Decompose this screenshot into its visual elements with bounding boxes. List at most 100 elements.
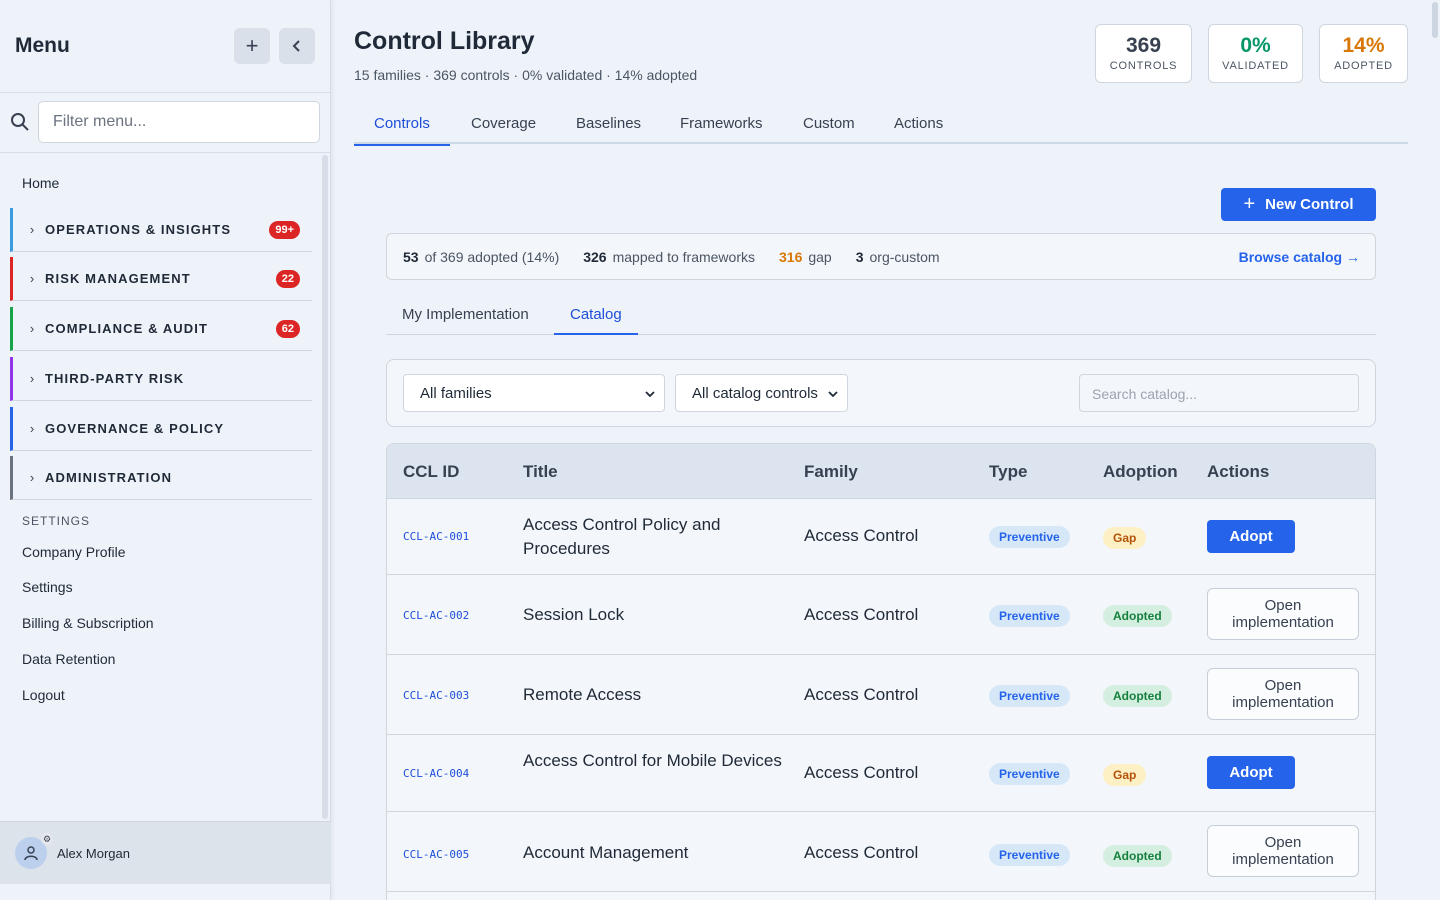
- filter-menu-input[interactable]: [38, 101, 320, 143]
- summary-adopted: 53 of 369 adopted (14%): [403, 248, 560, 265]
- adoption-badge: Adopted: [1103, 605, 1172, 627]
- search-catalog-input[interactable]: Search catalog...: [1079, 374, 1359, 412]
- control-family: Access Control: [804, 526, 919, 545]
- tab-controls[interactable]: Controls: [354, 104, 450, 146]
- type-badge: Preventive: [989, 526, 1070, 548]
- sidebar-group-label: GOVERNANCE & POLICY: [45, 421, 225, 436]
- new-control-button[interactable]: + New Control: [1221, 188, 1376, 221]
- tab-baselines[interactable]: Baselines: [556, 104, 661, 144]
- family-select-value: All families: [420, 384, 492, 402]
- sidebar-group-label: THIRD-PARTY RISK: [45, 371, 185, 386]
- page-scrollbar-thumb[interactable]: [1432, 2, 1438, 38]
- control-title: Session Lock: [523, 605, 625, 624]
- column-header-title[interactable]: Title: [523, 444, 558, 499]
- ccl-id[interactable]: CCL-AC-005: [403, 848, 469, 861]
- gear-icon: ⚙: [41, 833, 53, 845]
- sidebar-group-operations-insights[interactable]: › OPERATIONS & INSIGHTS 99+: [10, 208, 312, 252]
- tab-frameworks[interactable]: Frameworks: [660, 104, 783, 144]
- chevron-left-icon: [292, 40, 300, 52]
- adopt-button[interactable]: Adopt: [1207, 520, 1295, 553]
- open-implementation-button[interactable]: Open implementation: [1207, 588, 1359, 640]
- ccl-id[interactable]: CCL-AC-004: [403, 767, 469, 780]
- control-family: Access Control: [804, 605, 919, 624]
- sidebar-group-governance-policy[interactable]: › GOVERNANCE & POLICY: [10, 407, 312, 451]
- column-header-type[interactable]: Type: [989, 444, 1027, 499]
- ccl-id[interactable]: CCL-AC-003: [403, 689, 469, 702]
- tab-coverage[interactable]: Coverage: [451, 104, 556, 144]
- sidebar-item-billing[interactable]: Billing & Subscription: [22, 615, 154, 631]
- table-row[interactable]: CCL-AC-005 Account Management Access Con…: [387, 812, 1375, 892]
- filter-bar: All families All catalog controls Search…: [386, 359, 1376, 427]
- sidebar-group-compliance-audit[interactable]: › COMPLIANCE & AUDIT 62: [10, 307, 312, 351]
- add-button[interactable]: +: [234, 28, 270, 64]
- sidebar-group-label: OPERATIONS & INSIGHTS: [45, 222, 232, 237]
- control-family: Access Control: [804, 843, 919, 862]
- avatar[interactable]: ⚙: [15, 833, 53, 869]
- main-tabs: Controls Coverage Baselines Frameworks C…: [354, 104, 1408, 146]
- browse-catalog-link[interactable]: Browse catalog →: [1239, 249, 1360, 265]
- sidebar-nav: Home › OPERATIONS & INSIGHTS 99+ › RISK MANA…: [0, 153, 331, 821]
- column-header-adoption[interactable]: Adoption: [1103, 444, 1178, 499]
- adopt-button[interactable]: Adopt: [1207, 756, 1295, 789]
- ccl-id[interactable]: CCL-AC-002: [403, 609, 469, 622]
- plus-icon: +: [1243, 193, 1256, 215]
- tab-catalog[interactable]: Catalog: [554, 295, 638, 335]
- adoption-badge: Adopted: [1103, 845, 1172, 867]
- table-row[interactable]: CCL-AC-001 Access Control Policy and Pro…: [387, 499, 1375, 575]
- summary-gap: 316 gap: [779, 248, 832, 265]
- tab-my-implementation[interactable]: My Implementation: [386, 295, 545, 335]
- sidebar-item-company-profile[interactable]: Company Profile: [22, 544, 126, 560]
- stat-label: CONTROLS: [1109, 60, 1178, 72]
- plus-icon: +: [245, 33, 259, 58]
- family-select[interactable]: All families: [403, 374, 665, 412]
- column-header-ccl-id[interactable]: CCL ID: [403, 444, 459, 499]
- sidebar-group-label: RISK MANAGEMENT: [45, 271, 191, 286]
- open-implementation-button[interactable]: Open implementation: [1207, 668, 1359, 720]
- sidebar-item-settings[interactable]: Settings: [22, 579, 73, 595]
- sidebar-header: Menu +: [0, 0, 330, 93]
- sidebar-group-third-party-risk[interactable]: › THIRD-PARTY RISK: [10, 357, 312, 401]
- chevron-right-icon: ›: [29, 470, 35, 485]
- control-title: Access Control for Mobile Devices: [523, 751, 782, 770]
- stat-value: 14%: [1342, 34, 1385, 57]
- column-header-family[interactable]: Family: [804, 444, 858, 499]
- stat-value: 369: [1125, 34, 1162, 57]
- tab-custom[interactable]: Custom: [783, 104, 875, 144]
- sidebar-group-risk-management[interactable]: › RISK MANAGEMENT 22: [10, 257, 312, 301]
- chevron-right-icon: ›: [29, 222, 35, 237]
- type-badge: Preventive: [989, 685, 1070, 707]
- table-row[interactable]: CCL-AC-003 Remote Access Access Control …: [387, 655, 1375, 735]
- sidebar-item-logout[interactable]: Logout: [22, 687, 65, 703]
- summary-custom: 3 org-custom: [855, 248, 940, 265]
- count-badge: 62: [275, 319, 300, 338]
- control-family: Access Control: [804, 763, 919, 782]
- stat-value: 0%: [1240, 34, 1271, 57]
- page-subtitle: 15 families · 369 controls · 0% validate…: [354, 67, 698, 83]
- stat-label: ADOPTED: [1334, 60, 1393, 72]
- catalog-controls-select[interactable]: All catalog controls: [675, 374, 848, 412]
- sidebar-group-label: ADMINISTRATION: [45, 470, 173, 485]
- table-header: CCL ID Title Family Type Adoption Action…: [387, 444, 1375, 499]
- sidebar-group-administration[interactable]: › ADMINISTRATION: [10, 456, 312, 500]
- sidebar-item-data-retention[interactable]: Data Retention: [22, 651, 115, 667]
- table-row[interactable]: CCL-AC-002 Session Lock Access Control P…: [387, 575, 1375, 655]
- count-badge: 22: [275, 269, 300, 288]
- sidebar-group-label: COMPLIANCE & AUDIT: [45, 321, 209, 336]
- tab-actions[interactable]: Actions: [874, 104, 963, 144]
- chevron-right-icon: ›: [29, 321, 35, 336]
- open-implementation-button[interactable]: Open implementation: [1207, 825, 1359, 877]
- adoption-badge: Gap: [1103, 527, 1147, 549]
- sidebar-item-home[interactable]: Home: [22, 175, 59, 191]
- user-footer[interactable]: ⚙ Alex Morgan: [0, 821, 331, 884]
- table-row[interactable]: CCL-AC-004 Access Control for Mobile Dev…: [387, 735, 1375, 812]
- page-scrollbar[interactable]: [1430, 0, 1440, 900]
- summary-mapped: 326 mapped to frameworks: [583, 248, 755, 265]
- collapse-sidebar-button[interactable]: [279, 28, 315, 64]
- chevron-down-icon: [645, 391, 655, 398]
- sidebar: Menu + Home › OPERATIONS & INSIGHTS 99+ › RI…: [0, 0, 331, 900]
- type-badge: Preventive: [989, 763, 1070, 785]
- sidebar-scrollbar[interactable]: [322, 155, 328, 819]
- sidebar-search: [0, 93, 330, 153]
- summary-bar: 53 of 369 adopted (14%) 326 mapped to fram…: [386, 233, 1376, 280]
- ccl-id[interactable]: CCL-AC-001: [403, 530, 469, 543]
